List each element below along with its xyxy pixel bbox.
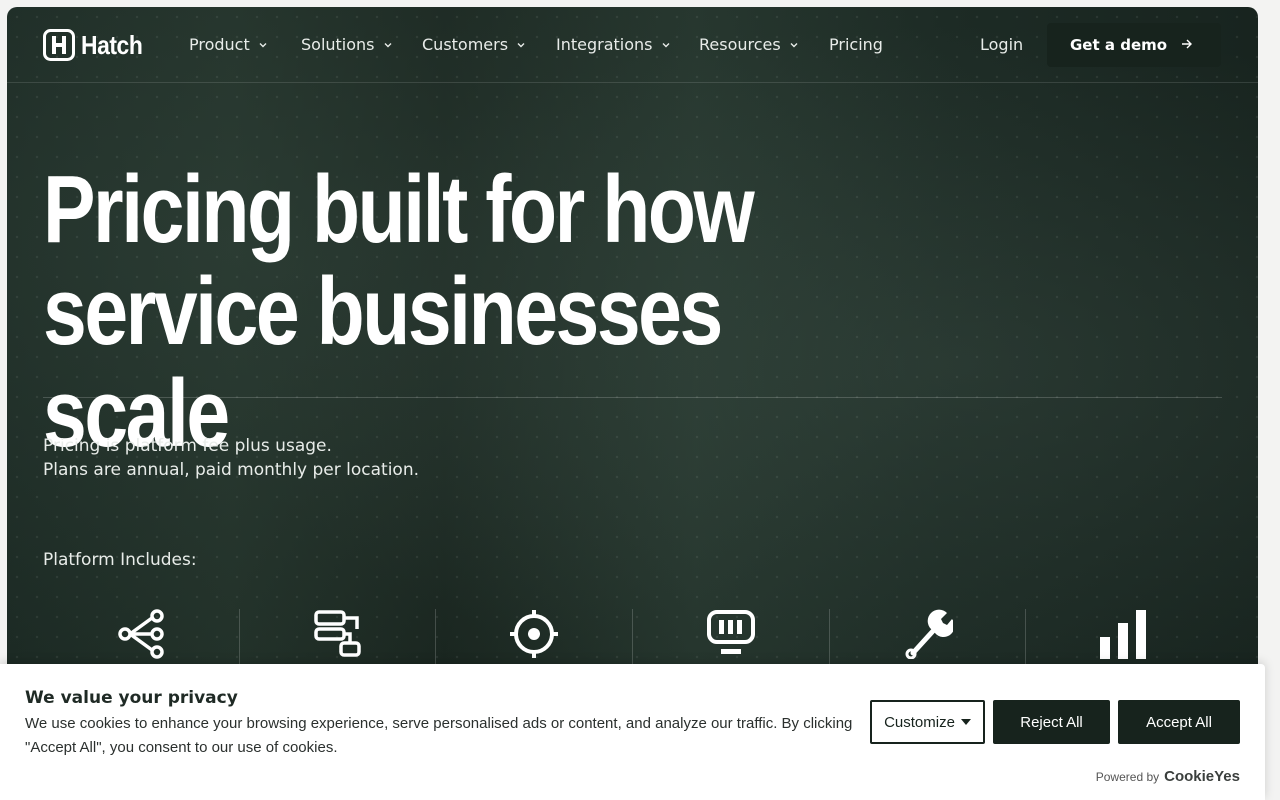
powered-by-label: Powered by [1095, 770, 1160, 784]
platform-features-row [43, 609, 1222, 669]
accept-all-button[interactable]: Accept All [1118, 700, 1240, 744]
workflow-icon [313, 610, 361, 657]
customize-button[interactable]: Customize [870, 700, 985, 744]
arrow-right-icon [1182, 39, 1192, 49]
wrench-icon [905, 609, 953, 659]
nav-item-product[interactable]: Product [189, 35, 267, 54]
feature-item [43, 609, 239, 669]
caret-down-icon [960, 719, 971, 725]
get-demo-button[interactable]: Get a demo [1047, 23, 1221, 67]
pricing-description-line-2: Plans are annual, paid monthly per locat… [43, 460, 420, 480]
login-link[interactable]: Login [980, 35, 1023, 54]
bar-chart-icon [1100, 610, 1147, 659]
cookie-title: We value your privacy [25, 688, 238, 708]
nav-item-label: Customers [422, 35, 509, 54]
nav-item-resources[interactable]: Resources [699, 35, 798, 54]
feature-item [238, 609, 436, 669]
feature-item [1025, 609, 1222, 669]
cookie-text: We use cookies to enhance your browsing … [25, 715, 853, 756]
cookieyes-logo: CookieYes [1164, 768, 1240, 785]
powered-by[interactable]: Powered by CookieYes [1096, 768, 1240, 785]
nav-item-label: Solutions [301, 35, 375, 54]
nav-item-pricing[interactable]: Pricing [829, 35, 883, 54]
nav-item-label: Resources [699, 35, 781, 54]
feature-item [828, 609, 1026, 669]
share-nodes-icon [118, 609, 164, 659]
cookie-consent-banner: We value your privacy We use cookies to … [0, 664, 1265, 800]
feature-item [435, 609, 632, 669]
chevron-down-icon [790, 42, 798, 47]
page-title-line-1: Pricing built for how [43, 156, 755, 263]
chevron-down-icon [259, 42, 267, 47]
chevron-down-icon [517, 42, 525, 47]
nav-item-solutions[interactable]: Solutions [301, 35, 392, 54]
page-title: Pricing built for how service businesses… [43, 159, 863, 465]
get-demo-label: Get a demo [1070, 36, 1168, 54]
monitor-icon [706, 610, 755, 654]
nav-item-label: Integrations [556, 35, 653, 54]
nav-item-integrations[interactable]: Integrations [556, 35, 670, 54]
divider [43, 397, 1222, 398]
logo-text: Hatch [81, 29, 143, 60]
reject-all-button[interactable]: Reject All [993, 700, 1110, 744]
nav-item-label: Pricing [829, 35, 883, 54]
customize-label: Customize [884, 713, 955, 731]
nav-item-label: Product [189, 35, 250, 54]
pricing-description-line-1: Pricing is platform fee plus usage. [43, 436, 332, 456]
feature-item [632, 609, 829, 669]
chevron-down-icon [384, 42, 392, 47]
hatch-logo-icon [43, 29, 75, 61]
pricing-description: Pricing is platform fee plus usage. Plan… [43, 434, 419, 482]
target-icon [510, 610, 559, 658]
nav-item-customers[interactable]: Customers [422, 35, 525, 54]
chevron-down-icon [662, 42, 669, 47]
top-navigation: Hatch Product Solutions Customers Integr… [7, 7, 1258, 83]
platform-includes-heading: Platform Includes: [43, 550, 197, 570]
logo[interactable]: Hatch [43, 29, 151, 61]
